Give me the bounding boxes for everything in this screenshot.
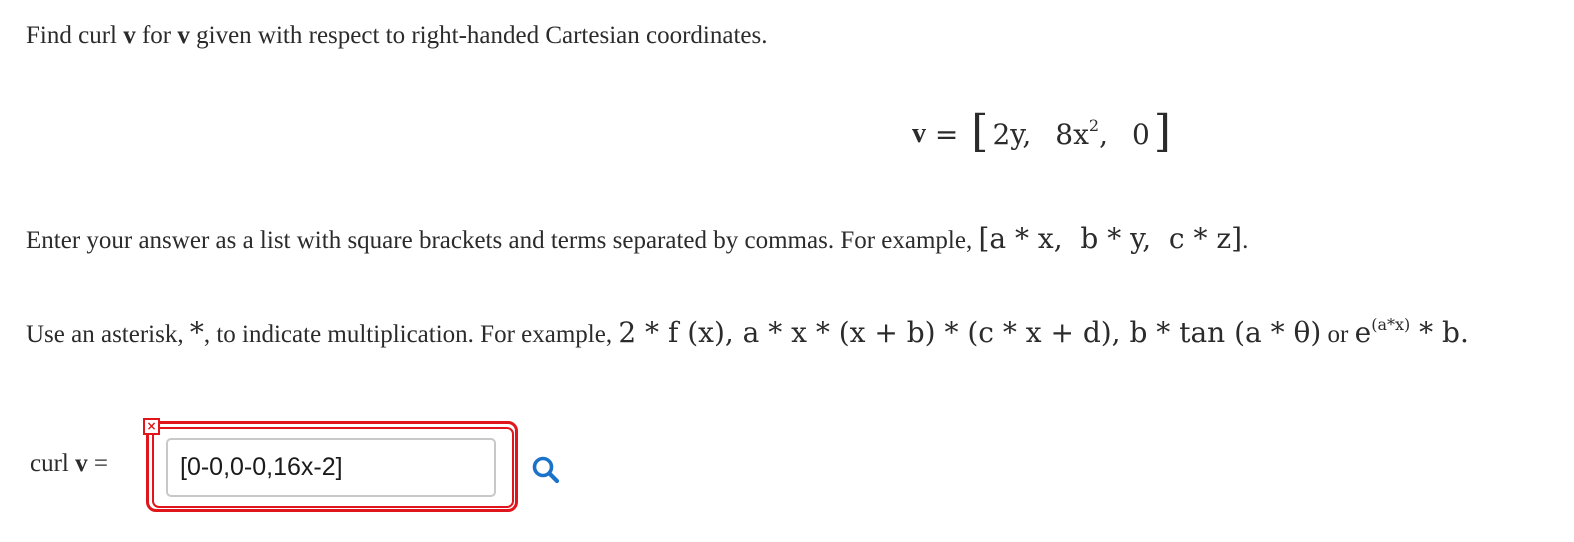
preview-answer-button[interactable] — [530, 454, 562, 486]
vector-v-symbol: v — [75, 450, 88, 477]
equation-equals: = — [926, 117, 968, 151]
multiplication-examples: 2 * f (x), a * x * (x + b) * (c * x + d)… — [618, 316, 1322, 349]
format-example: [a * x, b * y, c * z] — [978, 222, 1243, 255]
equation-component-2: 8x2, — [1055, 116, 1108, 151]
incorrect-x-icon: × — [143, 418, 160, 435]
vector-v-symbol: v — [123, 22, 136, 49]
multiplication-instruction: Use an asterisk, *, to indicate multipli… — [26, 314, 1469, 349]
vector-v-symbol: v — [177, 22, 190, 49]
equation-component-3: 0 — [1131, 117, 1150, 151]
curl-answer-input[interactable] — [166, 438, 496, 497]
asterisk-symbol: * — [189, 316, 204, 349]
equation-component-1: 2y, — [992, 117, 1032, 151]
answer-label: curl v = — [30, 450, 108, 477]
exponent-example: e(a*x) * b — [1354, 314, 1460, 349]
vector-equation: v = [ 2y, 8x2, 0 ] — [912, 106, 1175, 157]
equation-open-bracket: [ — [971, 106, 989, 157]
equation-close-bracket: ] — [1153, 106, 1171, 157]
format-instruction: Enter your answer as a list with square … — [26, 222, 1249, 255]
question-prompt: Find curl v for v given with respect to … — [26, 22, 768, 49]
magnifier-icon — [532, 456, 560, 484]
equation-lhs: v — [912, 118, 926, 149]
